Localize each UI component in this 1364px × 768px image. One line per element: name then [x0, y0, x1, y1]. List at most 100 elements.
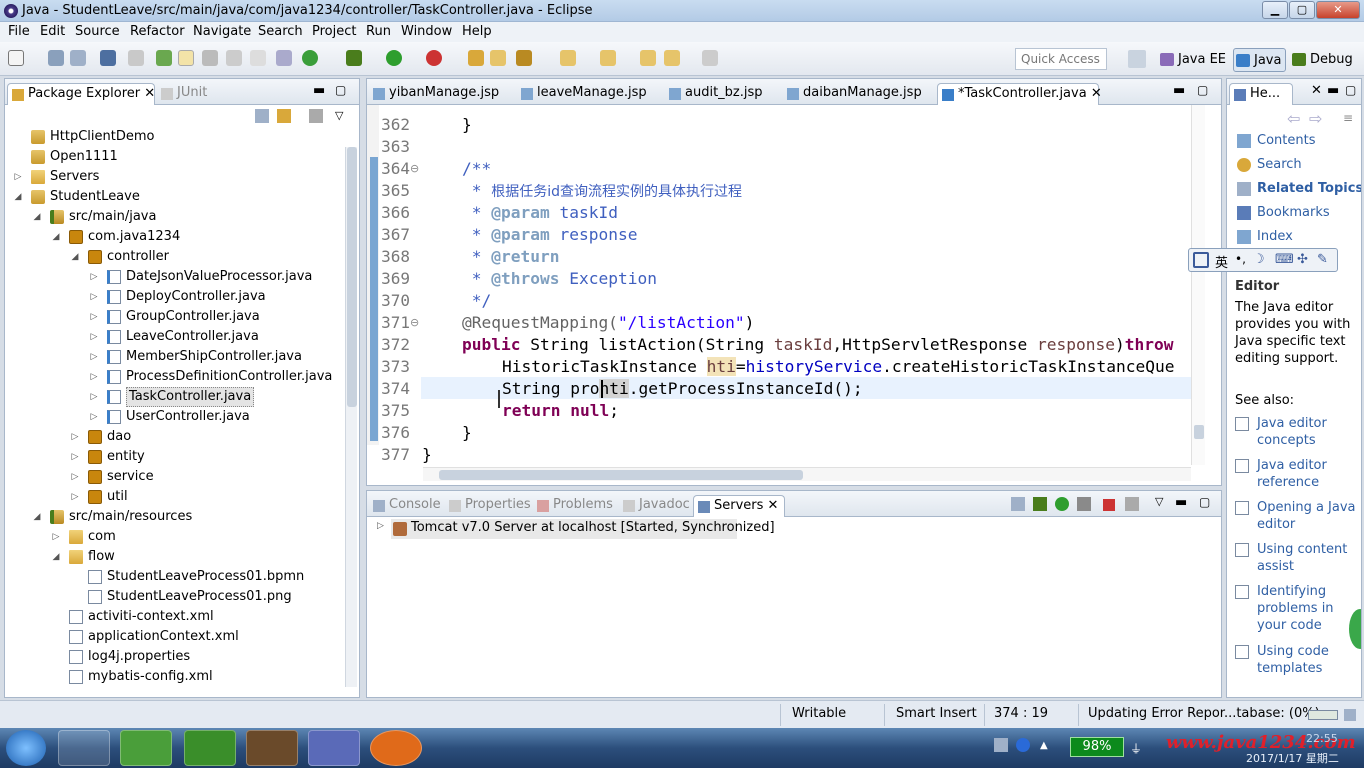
highlight-icon[interactable]: [178, 50, 194, 66]
menu-search[interactable]: Search: [258, 24, 303, 39]
save-icon[interactable]: [48, 50, 64, 66]
tree-expand-icon[interactable]: ▷: [89, 367, 99, 387]
tab-package-explorer[interactable]: Package Explorer ✕: [7, 83, 155, 105]
help-item-java-editor-reference[interactable]: Java editor reference: [1257, 457, 1357, 491]
tree-expand-icon[interactable]: ▷: [13, 167, 23, 187]
clock-date[interactable]: 2017/1/17 星期二: [1246, 750, 1339, 766]
ime-lang-toggle[interactable]: 英: [1215, 252, 1228, 271]
view-menu-icon[interactable]: [309, 109, 323, 123]
editor-vscroll-thumb[interactable]: [1194, 425, 1204, 439]
open-folder-icon[interactable]: [468, 50, 484, 66]
close-button[interactable]: ✕: [1316, 1, 1360, 19]
server-expand-icon[interactable]: ▷: [377, 521, 384, 531]
ime-punct-icon[interactable]: •,: [1235, 252, 1246, 266]
code-line-370[interactable]: */: [462, 290, 492, 312]
refresh-icon[interactable]: [302, 50, 318, 66]
tab-junit[interactable]: JUnit: [157, 83, 213, 105]
maximize-view-button[interactable]: ▢: [335, 83, 346, 97]
help-link-contents[interactable]: Contents: [1237, 133, 1315, 148]
maximize-bottom-button[interactable]: ▢: [1199, 495, 1210, 509]
help-item-content-assist[interactable]: Using content assist: [1257, 541, 1357, 575]
code-line-372[interactable]: public String listAction(String taskId,H…: [462, 334, 1190, 356]
menu-window[interactable]: Window: [401, 24, 452, 39]
tray-expand-icon[interactable]: ▲: [1040, 740, 1048, 751]
maximize-editor-button[interactable]: ▢: [1197, 83, 1208, 97]
block-select-icon[interactable]: [202, 50, 218, 66]
back-icon[interactable]: [664, 50, 680, 66]
code-line-371[interactable]: @RequestMapping("/listAction"): [462, 312, 754, 334]
tool-icon[interactable]: [276, 50, 292, 66]
tree-expand-icon[interactable]: ◢: [70, 247, 80, 267]
collapse-icon[interactable]: [1011, 497, 1025, 511]
help-close-icon[interactable]: ✕: [1311, 83, 1322, 98]
tree-expand-icon[interactable]: ▷: [89, 347, 99, 367]
pencil-icon[interactable]: [516, 50, 532, 66]
new-icon[interactable]: [8, 50, 24, 66]
taskbar-camtasia2-icon[interactable]: [184, 730, 236, 766]
open-type-icon[interactable]: [100, 50, 116, 66]
package-icon[interactable]: [490, 50, 506, 66]
code-line-375[interactable]: return null;: [502, 400, 619, 422]
tree-expand-icon[interactable]: ◢: [32, 507, 42, 527]
debug-server-icon[interactable]: [1033, 497, 1047, 511]
code-line-368[interactable]: * @return: [462, 246, 560, 268]
menu-edit[interactable]: Edit: [40, 24, 65, 39]
code-line-369[interactable]: * @throws Exception: [462, 268, 657, 290]
taskbar-camtasia-icon[interactable]: [120, 730, 172, 766]
mark-occurrences-icon[interactable]: [128, 50, 144, 66]
menu-file[interactable]: File: [8, 24, 30, 39]
menu-help[interactable]: Help: [462, 24, 492, 39]
ime-keyboard-icon[interactable]: ⌨: [1275, 252, 1294, 267]
tab-daibanmanage[interactable]: daibanManage.jsp: [783, 83, 928, 105]
server-row[interactable]: Tomcat v7.0 Server at localhost [Started…: [391, 519, 775, 539]
debug-icon[interactable]: [346, 50, 362, 66]
perspective-java-ee[interactable]: Java EE: [1158, 48, 1230, 72]
tree-expand-icon[interactable]: ▷: [70, 467, 80, 487]
tab-leavemanage[interactable]: leaveManage.jsp: [517, 83, 653, 105]
forward-icon[interactable]: [702, 50, 718, 66]
battery-indicator[interactable]: 98%: [1070, 737, 1124, 757]
tab-yibanmanage[interactable]: yibanManage.jsp: [369, 83, 505, 105]
tab-help[interactable]: He...: [1229, 83, 1293, 105]
run-icon[interactable]: [386, 50, 402, 66]
tree-scrollbar[interactable]: [345, 147, 357, 687]
help-link-index[interactable]: Index: [1237, 229, 1293, 244]
code-line-367[interactable]: * @param response: [462, 224, 638, 246]
open-perspective-icon[interactable]: [1128, 50, 1146, 68]
ime-moon-icon[interactable]: ☽: [1253, 252, 1265, 267]
tree-expand-icon[interactable]: ▷: [89, 307, 99, 327]
tab-javadoc[interactable]: Javadoc: [619, 495, 696, 517]
perspective-debug[interactable]: Debug: [1290, 48, 1357, 72]
tree-expand-icon[interactable]: ▷: [70, 447, 80, 467]
minimize-button[interactable]: ▁: [1262, 1, 1288, 19]
tree-expand-icon[interactable]: ◢: [51, 227, 61, 247]
show-whitespace-icon[interactable]: [226, 50, 242, 66]
help-back-icon[interactable]: ⇦: [1287, 109, 1300, 128]
tree-expand-icon[interactable]: ▷: [70, 427, 80, 447]
tree-expand-icon[interactable]: ▷: [89, 267, 99, 287]
toggle-icon[interactable]: [156, 50, 172, 66]
help-link-bookmarks[interactable]: Bookmarks: [1237, 205, 1330, 220]
quick-access-input[interactable]: Quick Access: [1015, 48, 1107, 70]
help-item-java-editor-concepts[interactable]: Java editor concepts: [1257, 415, 1357, 449]
tree-expand-icon[interactable]: ▷: [89, 287, 99, 307]
tree-expand-icon[interactable]: ▷: [51, 527, 61, 547]
help-forward-icon[interactable]: ⇨: [1309, 109, 1322, 128]
editor-vscrollbar[interactable]: [1191, 105, 1205, 465]
help-link-related-topics[interactable]: Related Topics: [1237, 181, 1361, 196]
publish-icon[interactable]: [1125, 497, 1139, 511]
help-item-identifying-problems[interactable]: Identifying problems in your code: [1257, 583, 1357, 634]
tray-icon[interactable]: [994, 738, 1008, 752]
next-annotation-icon[interactable]: [560, 50, 576, 66]
tab-console[interactable]: Console: [369, 495, 447, 517]
tab-taskcontroller[interactable]: *TaskController.java ✕: [937, 83, 1102, 105]
start-server-icon[interactable]: [1055, 497, 1069, 511]
previous-annotation-icon[interactable]: [600, 50, 616, 66]
ime-skin-icon[interactable]: ✣: [1297, 252, 1308, 267]
editor-hscroll-thumb[interactable]: [439, 470, 803, 480]
tree-expand-icon[interactable]: ◢: [51, 547, 61, 567]
tree-expand-icon[interactable]: ▷: [89, 387, 99, 407]
tree-expand-icon[interactable]: ▷: [89, 407, 99, 427]
menu-navigate[interactable]: Navigate: [193, 24, 251, 39]
menu-project[interactable]: Project: [312, 24, 356, 39]
